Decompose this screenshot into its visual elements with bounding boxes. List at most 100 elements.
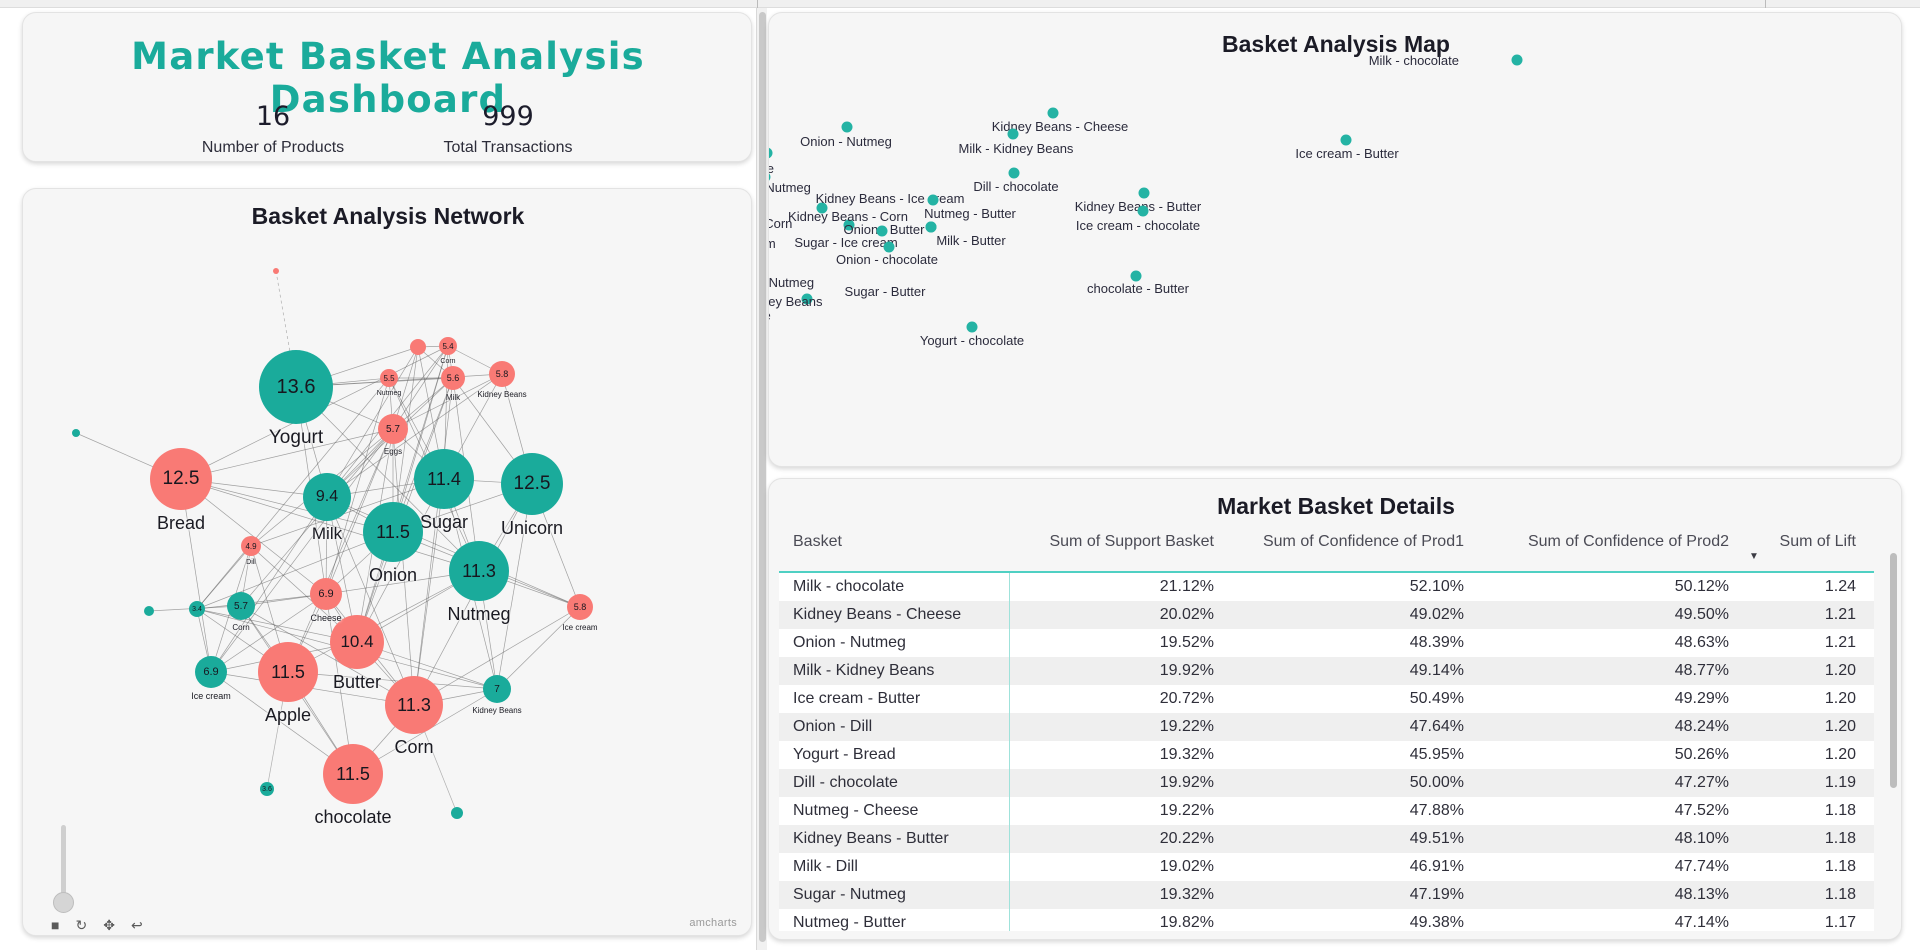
network-node[interactable]: 6.9: [310, 578, 342, 610]
home-icon[interactable]: ■: [51, 918, 59, 932]
network-node[interactable]: 5.7: [378, 414, 408, 444]
cell-support-basket: 19.52%: [1009, 629, 1224, 657]
network-node[interactable]: 7: [483, 675, 511, 703]
network-node[interactable]: 5.5: [380, 369, 398, 387]
table-scrollbar[interactable]: [1890, 553, 1897, 913]
map-point[interactable]: [1139, 188, 1150, 199]
map-point[interactable]: [1138, 206, 1149, 217]
map-point[interactable]: [1008, 129, 1019, 140]
pan-icon[interactable]: ✥: [103, 918, 115, 932]
table-row[interactable]: Nutmeg - Cheese19.22%47.88%47.52%1.18: [779, 797, 1874, 825]
table-row[interactable]: Yogurt - Bread19.32%45.95%50.26%1.20: [779, 741, 1874, 769]
network-canvas[interactable]: 13.6Yogurt12.5Bread9.4Milk11.4Sugar12.5U…: [23, 239, 752, 936]
cell-support-basket: 19.32%: [1009, 881, 1224, 909]
network-node[interactable]: 11.4: [414, 449, 474, 509]
table-row[interactable]: Ice cream - Butter20.72%50.49%49.29%1.20: [779, 685, 1874, 713]
network-node[interactable]: 11.3: [385, 676, 443, 734]
network-node[interactable]: 3.4: [189, 601, 205, 617]
network-node-label: Ice cream: [562, 623, 597, 632]
network-node-value: 11.3: [462, 561, 496, 582]
network-node[interactable]: [451, 807, 463, 819]
table-row[interactable]: Milk - Dill19.02%46.91%47.74%1.18: [779, 853, 1874, 881]
network-node[interactable]: 4.9: [241, 536, 261, 556]
network-node[interactable]: 9.4: [303, 473, 351, 521]
network-node[interactable]: 13.6: [259, 350, 333, 424]
undo-icon[interactable]: ↩: [131, 918, 143, 932]
cell-lift: 1.18: [1739, 853, 1874, 881]
table-row[interactable]: Onion - Dill19.22%47.64%48.24%1.20: [779, 713, 1874, 741]
network-node[interactable]: 5.6: [441, 366, 465, 390]
network-node-label: Corn: [394, 737, 433, 758]
network-node-value: 5.4: [442, 342, 453, 351]
cell-confidence-prod1: 45.95%: [1224, 741, 1474, 769]
map-point[interactable]: [884, 242, 895, 253]
network-node[interactable]: 11.5: [363, 502, 423, 562]
table-row[interactable]: Kidney Beans - Cheese20.02%49.02%49.50%1…: [779, 601, 1874, 629]
network-node[interactable]: 5.8: [567, 594, 593, 620]
network-node-value: 13.6: [277, 376, 316, 399]
network-node[interactable]: 12.5: [501, 453, 563, 515]
cell-confidence-prod1: 49.14%: [1224, 657, 1474, 685]
cell-confidence-prod2: 48.10%: [1474, 825, 1739, 853]
map-point[interactable]: [1131, 271, 1142, 282]
map-point-label: Nutmeg - Butter: [924, 206, 1016, 221]
column-header-confidence-prod2[interactable]: Sum of Confidence of Prod2: [1474, 527, 1739, 572]
network-node[interactable]: 3.6: [260, 782, 274, 796]
network-node[interactable]: [410, 339, 426, 355]
report-scrollbar[interactable]: [756, 8, 767, 950]
basket-analysis-network-card: Basket Analysis Network 13.6Yogurt12.5Br…: [22, 188, 752, 936]
cell-support-basket: 20.22%: [1009, 825, 1224, 853]
zoom-slider-track[interactable]: [61, 825, 66, 895]
network-node[interactable]: 6.9: [195, 656, 227, 688]
network-node[interactable]: 5.4: [439, 337, 457, 355]
network-node[interactable]: [72, 429, 80, 437]
map-point-label: Milk - Kidney Beans: [959, 141, 1074, 156]
network-node[interactable]: 11.5: [258, 642, 318, 702]
column-header-confidence-prod1[interactable]: Sum of Confidence of Prod1: [1224, 527, 1474, 572]
column-header-support-basket[interactable]: Sum of Support Basket: [1009, 527, 1224, 572]
network-node[interactable]: [273, 268, 279, 274]
map-point[interactable]: [967, 322, 978, 333]
table-row[interactable]: Nutmeg - Butter19.82%49.38%47.14%1.17: [779, 909, 1874, 931]
cell-confidence-prod2: 50.26%: [1474, 741, 1739, 769]
map-point-label: Milk - Corn: [768, 216, 792, 231]
network-node[interactable]: 10.4: [330, 615, 384, 669]
column-header-basket[interactable]: Basket: [779, 527, 1009, 572]
table-row[interactable]: Milk - Kidney Beans19.92%49.14%48.77%1.2…: [779, 657, 1874, 685]
network-node[interactable]: 11.5: [323, 744, 383, 804]
report-scrollbar-thumb[interactable]: [759, 12, 766, 942]
network-node-label: Cheese: [310, 613, 341, 623]
table-row[interactable]: Dill - chocolate19.92%50.00%47.27%1.19: [779, 769, 1874, 797]
table-row[interactable]: Sugar - Nutmeg19.32%47.19%48.13%1.18: [779, 881, 1874, 909]
map-point[interactable]: [1341, 135, 1352, 146]
network-node[interactable]: 5.7: [227, 592, 255, 620]
map-point[interactable]: [926, 222, 937, 233]
table-row[interactable]: Kidney Beans - Butter20.22%49.51%48.10%1…: [779, 825, 1874, 853]
column-header-lift[interactable]: Sum of Lift ▼: [1739, 527, 1874, 572]
map-point[interactable]: [1009, 168, 1020, 179]
cell-support-basket: 19.82%: [1009, 909, 1224, 931]
map-point[interactable]: [1512, 55, 1523, 66]
network-node-value: 11.5: [336, 764, 370, 785]
zoom-slider-knob[interactable]: [53, 892, 74, 913]
kpi-transactions-value: 999: [398, 101, 618, 133]
network-toolbar[interactable]: ■ ↻ ✥ ↩: [51, 915, 143, 935]
map-point[interactable]: [768, 148, 773, 159]
map-point[interactable]: [1048, 108, 1059, 119]
table-scrollbar-thumb[interactable]: [1890, 553, 1897, 788]
reset-icon[interactable]: ↻: [75, 918, 87, 932]
map-canvas[interactable]: Milk - chocolateKidney Beans - CheeseMil…: [769, 55, 1902, 467]
network-node[interactable]: 12.5: [150, 448, 212, 510]
network-node[interactable]: [144, 606, 154, 616]
network-node-value: 12.5: [163, 468, 200, 490]
map-point-label: Dill - chocolate: [973, 179, 1058, 194]
table-scroll-area[interactable]: Basket Sum of Support Basket Sum of Conf…: [779, 527, 1891, 931]
map-point[interactable]: [842, 122, 853, 133]
network-node[interactable]: 5.8: [489, 361, 515, 387]
map-point[interactable]: [928, 195, 939, 206]
cell-lift: 1.20: [1739, 657, 1874, 685]
table-row[interactable]: Onion - Nutmeg19.52%48.39%48.63%1.21: [779, 629, 1874, 657]
network-node[interactable]: 11.3: [449, 541, 509, 601]
table-row[interactable]: Milk - chocolate21.12%52.10%50.12%1.24: [779, 572, 1874, 601]
network-node-value: 5.7: [234, 601, 248, 612]
